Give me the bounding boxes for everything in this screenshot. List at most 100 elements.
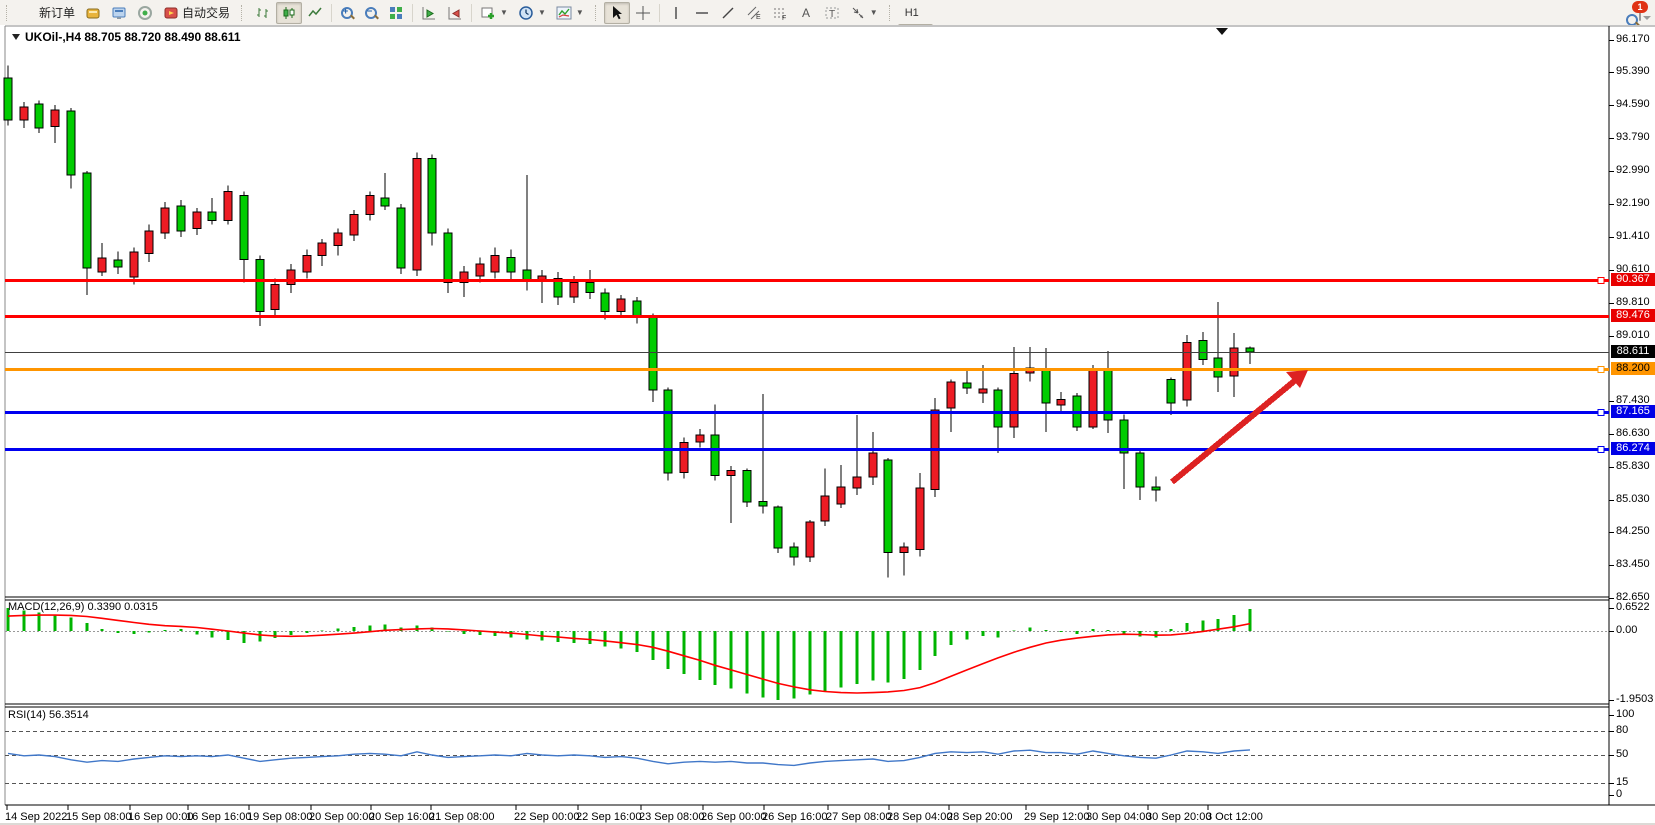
- axis-tick-label: 94.590: [1616, 98, 1650, 110]
- toolbar-grip: [889, 5, 894, 21]
- order-book-button[interactable]: [80, 2, 106, 24]
- chart-window: UKOil-,H4 88.705 88.720 88.490 88.611 MA…: [0, 25, 1655, 825]
- time-tick-label: 30 Sep 04:00: [1086, 811, 1151, 823]
- zoom-in-icon: +: [340, 6, 354, 20]
- toolbar-separator: [659, 4, 660, 22]
- time-tick-label: 3 Oct 12:00: [1206, 811, 1263, 823]
- axis-tick-label: 50: [1616, 748, 1628, 760]
- zoom-out-button[interactable]: −: [359, 2, 383, 24]
- candlestick-chart-button[interactable]: [276, 2, 302, 24]
- price-badge: 88.200: [1611, 362, 1655, 375]
- fibonacci-icon: F: [772, 5, 788, 21]
- chevron-down-icon: ▼: [500, 8, 508, 17]
- toolbar-separator: [412, 4, 413, 22]
- symbol-label[interactable]: UKOil-,H4 88.705 88.720 88.490 88.611: [12, 30, 241, 44]
- trendline-tool[interactable]: [715, 2, 741, 24]
- toolbar-grip: [241, 5, 246, 21]
- notification-badge: 1: [1632, 1, 1648, 13]
- terminal-button[interactable]: [106, 2, 132, 24]
- notifications-button[interactable]: 1: [1639, 6, 1641, 20]
- toolbar-grip: [595, 5, 600, 21]
- new-chart-button[interactable]: ▼: [475, 2, 513, 24]
- price-badge: 87.165: [1611, 405, 1655, 418]
- time-tick-label: 28 Sep 20:00: [947, 811, 1012, 823]
- auto-trading-button[interactable]: 自动交易: [158, 2, 235, 24]
- axis-tick-label: 0.6522: [1616, 601, 1650, 613]
- tile-windows-button[interactable]: [383, 2, 409, 24]
- axis-tick-label: 93.790: [1616, 131, 1650, 143]
- axis-tick-label: 86.630: [1616, 427, 1650, 439]
- cursor-tool-button[interactable]: [604, 2, 630, 24]
- symbol-ohlc-text: UKOil-,H4 88.705 88.720 88.490 88.611: [25, 30, 241, 44]
- toolbar-separator: [471, 4, 472, 22]
- trendline-icon: [720, 5, 736, 21]
- text-tool[interactable]: A: [793, 2, 819, 24]
- period-clock-icon: [518, 5, 534, 21]
- chevron-down-icon: ▼: [576, 8, 584, 17]
- axis-tick-label: 84.250: [1616, 525, 1650, 537]
- vertical-line-icon: [668, 5, 684, 21]
- svg-text:F: F: [782, 15, 786, 21]
- crosshair-tool-button[interactable]: [630, 2, 656, 24]
- axis-tick-label: 80: [1616, 724, 1628, 736]
- axis-tick-label: 83.450: [1616, 558, 1650, 570]
- price-chart-canvas[interactable]: [0, 25, 1655, 825]
- mt4-application: 新订单 自动交易 + −: [0, 0, 1655, 825]
- time-tick-label: 23 Sep 08:00: [639, 811, 704, 823]
- line-chart-icon: [307, 5, 323, 21]
- svg-text:T: T: [829, 9, 835, 20]
- new-order-icon: [20, 5, 36, 21]
- signal-button[interactable]: [132, 2, 158, 24]
- axis-tick-label: 91.410: [1616, 230, 1650, 242]
- horizontal-line-tool[interactable]: [689, 2, 715, 24]
- time-tick-label: 16 Sep 16:00: [186, 811, 251, 823]
- fibonacci-tool[interactable]: F: [767, 2, 793, 24]
- time-tick-label: 14 Sep 2022: [5, 811, 67, 823]
- channel-tool[interactable]: E: [741, 2, 767, 24]
- new-chart-icon: [480, 5, 496, 21]
- axis-tick-label: -1.9503: [1616, 693, 1653, 705]
- auto-trading-label: 自动交易: [182, 4, 230, 21]
- symbol-dropdown-icon: [12, 34, 20, 40]
- bar-chart-button[interactable]: [250, 2, 276, 24]
- bar-chart-icon: [255, 5, 271, 21]
- chart-shift-button[interactable]: [442, 2, 468, 24]
- order-book-icon: [85, 5, 101, 21]
- time-tick-label: 21 Sep 08:00: [429, 811, 494, 823]
- chevron-down-icon: ▼: [538, 8, 546, 17]
- autotrade-icon: [163, 5, 179, 21]
- time-tick-label: 22 Sep 16:00: [576, 811, 641, 823]
- cursor-icon: [609, 5, 625, 21]
- axis-tick-label: 0: [1616, 788, 1622, 800]
- auto-scroll-button[interactable]: [416, 2, 442, 24]
- axis-tick-label: 92.990: [1616, 164, 1650, 176]
- chevron-down-icon: ▼: [870, 8, 878, 17]
- line-chart-button[interactable]: [302, 2, 328, 24]
- zoom-in-button[interactable]: +: [335, 2, 359, 24]
- axis-tick-label: 95.390: [1616, 65, 1650, 77]
- axis-tick-label: 92.190: [1616, 197, 1650, 209]
- time-tick-label: 19 Sep 08:00: [247, 811, 312, 823]
- toolbar: 新订单 自动交易 + −: [0, 0, 1655, 26]
- price-badge: 86.274: [1611, 442, 1655, 455]
- timeframe-h1[interactable]: H1: [898, 2, 933, 24]
- indicators-button[interactable]: ▼: [551, 2, 589, 24]
- arrows-tool[interactable]: ▼: [845, 2, 883, 24]
- svg-text:A: A: [802, 6, 810, 20]
- time-tick-label: 27 Sep 08:00: [826, 811, 891, 823]
- toolbar-separator: [331, 4, 332, 22]
- axis-tick-label: 89.010: [1616, 329, 1650, 341]
- time-tick-label: 15 Sep 08:00: [66, 811, 131, 823]
- new-order-button[interactable]: 新订单: [15, 2, 80, 24]
- signal-icon: [137, 5, 153, 21]
- axis-tick-label: 85.830: [1616, 460, 1650, 472]
- toolbar-right-icons: 1: [1625, 6, 1655, 20]
- period-button[interactable]: ▼: [513, 2, 551, 24]
- time-tick-label: 30 Sep 20:00: [1146, 811, 1211, 823]
- time-tick-label: 29 Sep 12:00: [1024, 811, 1089, 823]
- tile-windows-icon: [388, 5, 404, 21]
- time-tick-label: 20 Sep 16:00: [369, 811, 434, 823]
- vertical-line-tool[interactable]: [663, 2, 689, 24]
- rsi-indicator-label: RSI(14) 56.3514: [8, 709, 89, 721]
- text-label-tool[interactable]: T: [819, 2, 845, 24]
